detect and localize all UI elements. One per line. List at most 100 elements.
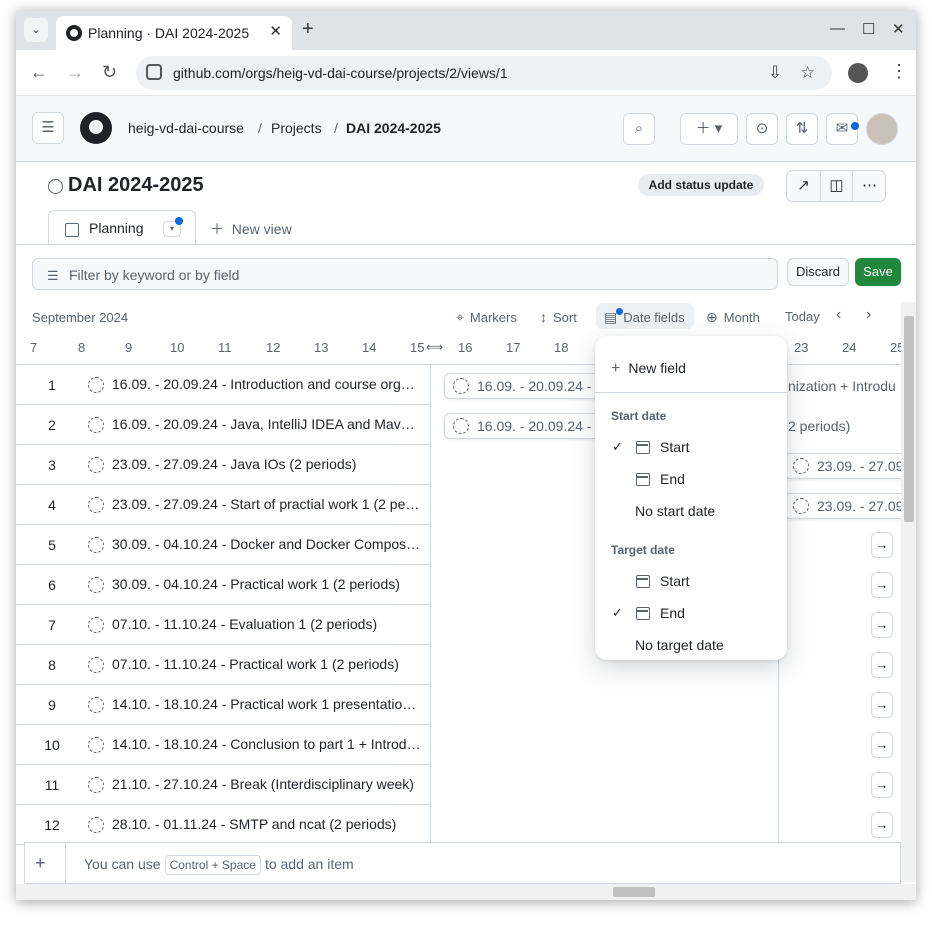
- save-button[interactable]: Save: [855, 258, 901, 286]
- browser-tab[interactable]: Planning · DAI 2024-2025 ✕: [56, 16, 292, 50]
- start-date-option-end[interactable]: End: [595, 465, 787, 495]
- row-title[interactable]: 16.09. - 20.09.24 - Introduction and cou…: [112, 376, 422, 392]
- zoom-button[interactable]: ⊕ Month: [706, 309, 760, 326]
- start-date-option-start[interactable]: ✓ Start: [595, 433, 787, 463]
- row-title[interactable]: 23.09. - 27.09.24 - Start of practial wo…: [112, 496, 422, 512]
- target-date-option-none[interactable]: No target date: [595, 631, 787, 661]
- row-title[interactable]: 21.10. - 27.10.24 - Break (Interdiscipli…: [112, 776, 422, 792]
- table-row[interactable]: 12 28.10. - 01.11.24 - SMTP and ncat (2 …: [16, 805, 430, 845]
- profile-icon[interactable]: [848, 63, 868, 83]
- sort-button[interactable]: ↕ Sort: [540, 309, 577, 325]
- forward-icon[interactable]: →: [66, 62, 84, 83]
- filter-input[interactable]: ☰ Filter by keyword or by field: [32, 258, 778, 290]
- avatar[interactable]: [866, 113, 898, 145]
- scroll-to-item-icon[interactable]: →: [871, 652, 893, 678]
- add-item-bar[interactable]: + You can use Control + Space to add an it…: [24, 842, 901, 884]
- row-title[interactable]: 14.10. - 18.10.24 - Practical work 1 pre…: [112, 696, 422, 712]
- breadcrumb-project[interactable]: DAI 2024-2025: [346, 120, 441, 136]
- close-tab-icon[interactable]: ✕: [269, 22, 282, 40]
- table-row[interactable]: 10 14.10. - 18.10.24 - Conclusion to par…: [16, 725, 430, 765]
- row-title[interactable]: 14.10. - 18.10.24 - Conclusion to part 1…: [112, 736, 422, 752]
- row-title[interactable]: 30.09. - 04.10.24 - Docker and Docker Co…: [112, 536, 422, 552]
- issues-icon[interactable]: ⊙: [746, 113, 778, 145]
- scroll-to-item-icon[interactable]: →: [871, 612, 893, 638]
- table-row[interactable]: 6 30.09. - 04.10.24 - Practical work 1 (…: [16, 565, 430, 605]
- today-button[interactable]: Today: [785, 309, 820, 324]
- target-date-option-start[interactable]: Start: [595, 567, 787, 597]
- row-title[interactable]: 16.09. - 20.09.24 - Java, IntelliJ IDEA …: [112, 416, 422, 432]
- tab-planning[interactable]: Planning ▾: [48, 210, 196, 245]
- table-row[interactable]: 5 30.09. - 04.10.24 - Docker and Docker …: [16, 525, 430, 565]
- scroll-to-item-icon[interactable]: →: [871, 532, 893, 558]
- discard-button[interactable]: Discard: [787, 258, 849, 286]
- close-window-icon[interactable]: ✕: [892, 20, 905, 38]
- reload-icon[interactable]: ↻: [102, 62, 117, 83]
- insights-icon[interactable]: ↗: [787, 171, 820, 201]
- scroll-to-item-icon[interactable]: →: [871, 692, 893, 718]
- day-label: 12: [266, 340, 281, 355]
- new-field-item[interactable]: + New field: [611, 360, 686, 378]
- row-number: 9: [48, 697, 56, 713]
- table-row[interactable]: 9 14.10. - 18.10.24 - Practical work 1 p…: [16, 685, 430, 725]
- timeline-item-bar[interactable]: 16.09. - 20.09.24 - I: [444, 373, 614, 399]
- table-row[interactable]: 7 07.10. - 11.10.24 - Evaluation 1 (2 pe…: [16, 605, 430, 645]
- bookmark-star-icon[interactable]: ☆: [800, 63, 815, 83]
- add-status-update-button[interactable]: Add status update: [638, 174, 764, 196]
- breadcrumb-org[interactable]: heig-vd-dai-course: [128, 120, 244, 136]
- table-row[interactable]: 1 16.09. - 20.09.24 - Introduction and c…: [16, 365, 430, 405]
- address-bar[interactable]: github.com/orgs/heig-vd-dai-course/proje…: [136, 56, 832, 90]
- table-row[interactable]: 11 21.10. - 27.10.24 - Break (Interdisci…: [16, 765, 430, 805]
- browser-menu-icon[interactable]: ⋮: [890, 61, 908, 82]
- timeline-item-bar[interactable]: 23.09. - 27.09.: [784, 453, 914, 479]
- hamburger-menu-icon[interactable]: ☰: [32, 112, 64, 144]
- filter-placeholder: Filter by keyword or by field: [69, 267, 240, 283]
- day-label: 13: [314, 340, 329, 355]
- tab-search-button[interactable]: ⌄: [24, 18, 48, 42]
- column-resize-icon[interactable]: ⟺: [426, 340, 443, 354]
- add-item-prefix: You can use: [84, 856, 161, 872]
- more-options-icon[interactable]: ⋯: [853, 171, 886, 201]
- new-tab-button[interactable]: +: [302, 18, 314, 41]
- table-row[interactable]: 2 16.09. - 20.09.24 - Java, IntelliJ IDE…: [16, 405, 430, 445]
- breadcrumb-projects[interactable]: Projects: [271, 120, 322, 136]
- new-view-button[interactable]: ＋ New view: [210, 219, 292, 239]
- row-title[interactable]: 28.10. - 01.11.24 - SMTP and ncat (2 per…: [112, 816, 422, 832]
- row-title[interactable]: 07.10. - 11.10.24 - Practical work 1 (2 …: [112, 656, 422, 672]
- back-icon[interactable]: ←: [30, 62, 48, 83]
- github-logo-icon[interactable]: [80, 112, 112, 144]
- site-settings-icon[interactable]: [146, 64, 162, 80]
- scroll-to-item-icon[interactable]: →: [871, 772, 893, 798]
- install-icon[interactable]: ⇩: [768, 63, 782, 83]
- scroll-to-item-icon[interactable]: →: [871, 732, 893, 758]
- table-row[interactable]: 3 23.09. - 27.09.24 - Java IOs (2 period…: [16, 445, 430, 485]
- side-panel-icon[interactable]: ◫: [820, 171, 853, 201]
- add-item-plus-icon[interactable]: +: [35, 853, 46, 874]
- row-title[interactable]: 07.10. - 11.10.24 - Evaluation 1 (2 peri…: [112, 616, 422, 632]
- maximize-icon[interactable]: ☐: [862, 20, 875, 38]
- day-label: 8: [78, 340, 86, 355]
- browser-toolbar: ← → ↻ github.com/orgs/heig-vd-dai-course…: [16, 50, 916, 96]
- timeline-item-bar[interactable]: 23.09. - 27.09.: [784, 493, 914, 519]
- row-number: 10: [44, 737, 60, 753]
- horizontal-scrollbar-thumb[interactable]: [613, 887, 655, 897]
- start-date-option-none[interactable]: No start date: [595, 497, 787, 527]
- table-row[interactable]: 8 07.10. - 11.10.24 - Practical work 1 (…: [16, 645, 430, 685]
- row-title[interactable]: 23.09. - 27.09.24 - Java IOs (2 periods): [112, 456, 422, 472]
- previous-icon[interactable]: ‹: [836, 306, 841, 324]
- next-icon[interactable]: ›: [866, 306, 871, 324]
- add-item-suffix: to add an item: [264, 856, 354, 872]
- horizontal-scrollbar[interactable]: [16, 884, 916, 900]
- table-row[interactable]: 4 23.09. - 27.09.24 - Start of practial …: [16, 485, 430, 525]
- markers-button[interactable]: ⌖ Markers: [456, 309, 517, 326]
- search-icon[interactable]: ⌕: [623, 113, 655, 145]
- option-label: Start: [660, 439, 690, 455]
- row-title[interactable]: 30.09. - 04.10.24 - Practical work 1 (2 …: [112, 576, 422, 592]
- vertical-scrollbar-thumb[interactable]: [904, 316, 914, 522]
- pull-requests-icon[interactable]: ⇅: [786, 113, 818, 145]
- timeline-item-bar[interactable]: 16.09. - 20.09.24 - J: [444, 413, 614, 439]
- scroll-to-item-icon[interactable]: →: [871, 812, 893, 838]
- scroll-to-item-icon[interactable]: →: [871, 572, 893, 598]
- create-new-button[interactable]: ＋ ▾: [680, 113, 738, 145]
- target-date-option-end[interactable]: ✓ End: [595, 599, 787, 629]
- minimize-icon[interactable]: —: [830, 20, 845, 37]
